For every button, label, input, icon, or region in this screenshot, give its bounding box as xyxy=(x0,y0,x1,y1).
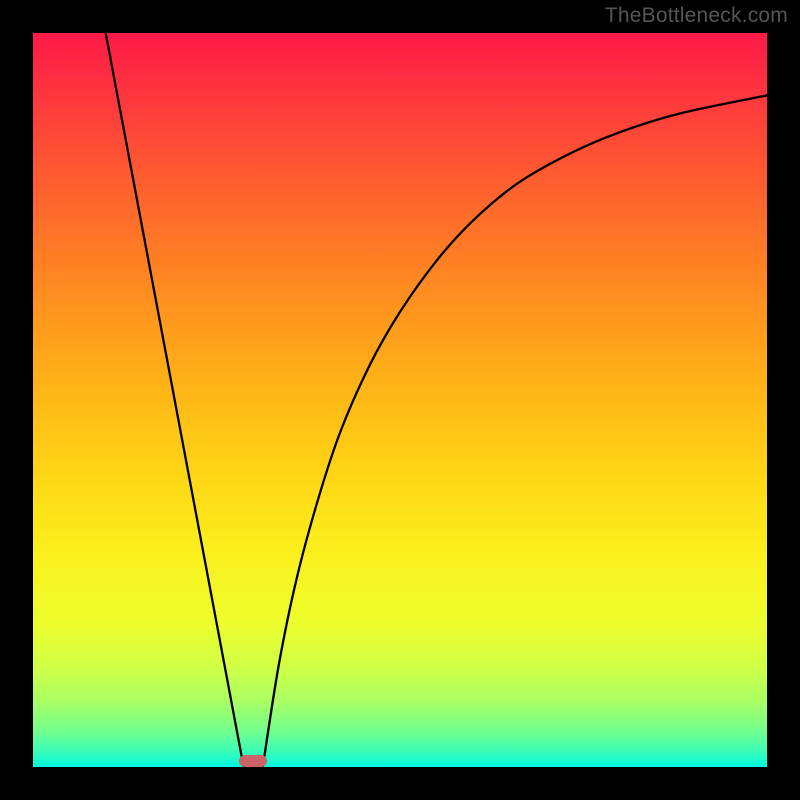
curve-layer xyxy=(33,33,767,767)
plot-area xyxy=(33,33,767,767)
right-curve-path xyxy=(263,95,767,767)
minimum-marker xyxy=(239,755,267,767)
chart-frame: TheBottleneck.com xyxy=(0,0,800,800)
watermark-text: TheBottleneck.com xyxy=(605,4,788,28)
left-line-path xyxy=(106,33,244,767)
